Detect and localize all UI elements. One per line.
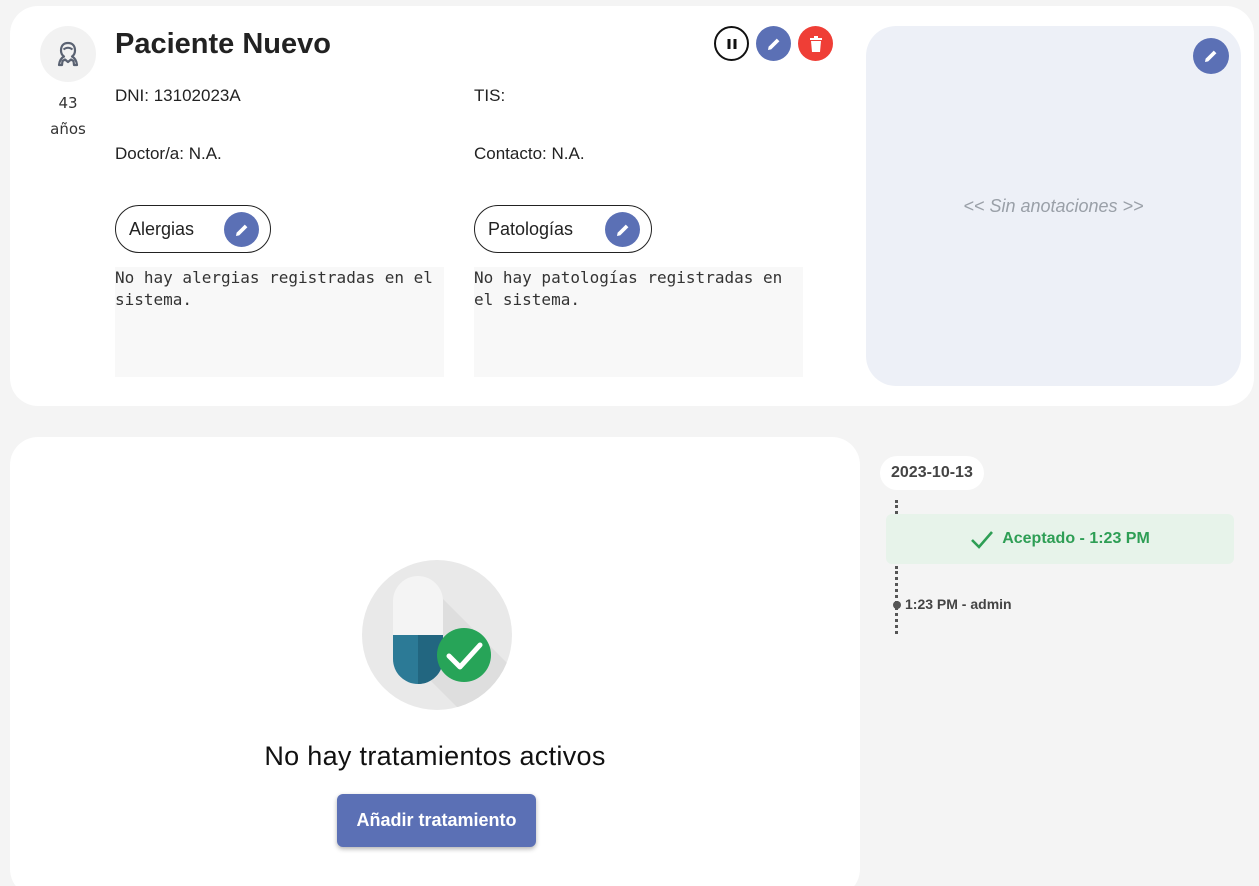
allergies-pill: Alergias [115,205,271,253]
timeline-entry: 1:23 PM - admin [905,596,1012,612]
timeline-dot [893,601,901,609]
pencil-icon [616,224,628,236]
pathologies-label: Patologías [488,218,574,239]
timeline-connector [895,500,898,514]
treatments-empty-text: No hay tratamientos activos [264,741,606,771]
patient-doctor: Doctor/a: N.A. [115,144,222,163]
timeline-date: 2023-10-13 [880,456,984,490]
patient-contact: Contacto: N.A. [474,144,585,163]
pathologies-pill: Patologías [474,205,652,253]
pause-icon [727,38,736,49]
timeline-status-text: Aceptado - 1:23 PM [1002,530,1150,547]
allergies-label: Alergias [129,218,195,239]
delete-patient-button[interactable] [798,26,833,61]
treatments-card: No hay tratamientos activos Añadir trata… [10,437,860,886]
allergies-text: No hay alergias registradas en el sistem… [115,267,444,377]
trash-icon [809,35,822,52]
pause-button[interactable] [714,26,749,61]
notes-panel: << Sin anotaciones >> [866,26,1241,386]
edit-notes-button[interactable] [1193,38,1229,74]
patient-dni: DNI: 13102023A [115,86,241,105]
pencil-icon [235,224,247,236]
patient-card: 43 años Paciente Nuevo DNI: 13102023A TI… [10,6,1254,406]
age-unit: años [50,120,86,138]
timeline-connector [895,566,898,634]
pencil-icon [1205,50,1217,62]
edit-pathologies-button[interactable] [605,212,640,247]
pathologies-text: No hay patologías registradas en el sist… [474,267,803,377]
patient-tis: TIS: [474,86,506,105]
treatments-illustration [361,559,513,716]
patient-age: 43 años [40,90,96,142]
patient-name: Paciente Nuevo [115,28,331,60]
pill-check-icon [362,560,512,710]
pencil-icon [767,38,779,50]
edit-patient-button[interactable] [756,26,791,61]
patient-avatar [40,26,96,82]
check-icon [971,531,994,549]
add-treatment-button[interactable]: Añadir tratamiento [337,794,536,847]
user-icon [57,41,79,67]
timeline-status: Aceptado - 1:23 PM [886,514,1234,564]
notes-empty-text: << Sin anotaciones >> [963,195,1144,216]
edit-allergies-button[interactable] [224,212,259,247]
age-value: 43 [58,94,78,112]
